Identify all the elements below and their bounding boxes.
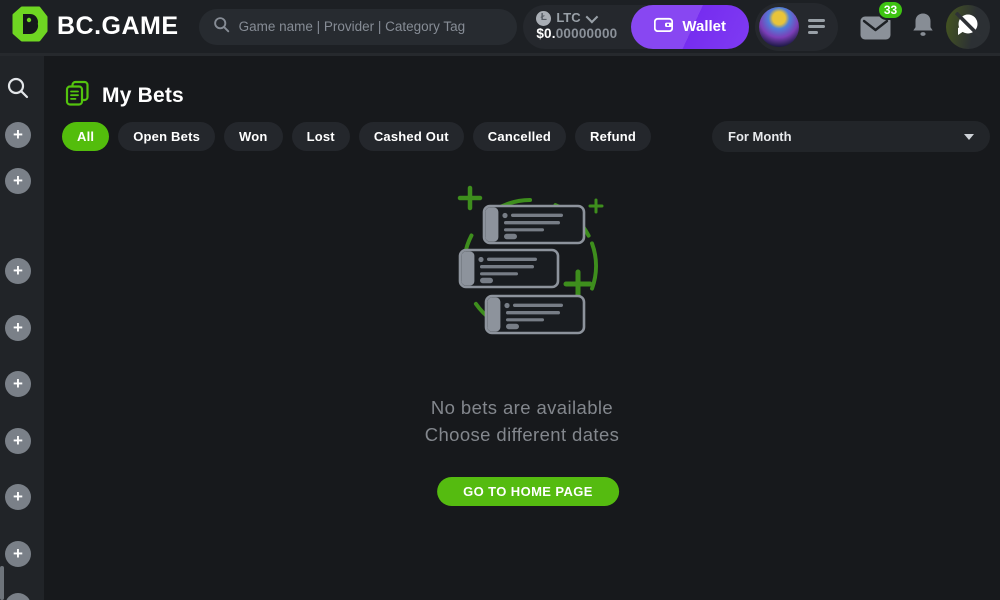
- litecoin-icon: Ł: [536, 11, 551, 26]
- search-input[interactable]: [239, 19, 503, 34]
- filter-lost[interactable]: Lost: [292, 122, 350, 151]
- wallet-icon: [654, 17, 673, 36]
- sidebar-add-button[interactable]: +: [5, 484, 31, 510]
- sidebar-add-button[interactable]: +: [5, 371, 31, 397]
- sidebar-add-button[interactable]: +: [5, 315, 31, 341]
- filter-cashed-out[interactable]: Cashed Out: [359, 122, 464, 151]
- sidebar-add-button[interactable]: +: [5, 593, 31, 600]
- game-search-bar[interactable]: [199, 9, 517, 45]
- currency-selector[interactable]: Ł LTC $0.00000000: [536, 10, 617, 43]
- empty-state-message: No bets are available: [44, 397, 1000, 419]
- currency-code: LTC: [556, 10, 580, 26]
- balance-wallet-group: Ł LTC $0.00000000 Wallet: [523, 5, 749, 49]
- sidebar-add-button[interactable]: +: [5, 428, 31, 454]
- sports-mode-button[interactable]: [946, 5, 990, 49]
- top-header: BC.GAME Ł LTC $0.00000000: [0, 0, 1000, 56]
- sports-flag-icon: [955, 12, 981, 41]
- filter-all[interactable]: All: [62, 122, 109, 151]
- filter-open-bets[interactable]: Open Bets: [118, 122, 215, 151]
- go-home-button[interactable]: GO TO HOME PAGE: [437, 477, 619, 506]
- sidebar-search-icon[interactable]: [6, 76, 29, 104]
- filter-refund[interactable]: Refund: [575, 122, 651, 151]
- wallet-label: Wallet: [682, 18, 726, 35]
- chevron-down-icon: [585, 10, 598, 23]
- dropdown-arrow-icon: [964, 134, 974, 140]
- bet-filter-tabs: All Open Bets Won Lost Cashed Out Cancel…: [62, 122, 651, 151]
- sidebar-add-button[interactable]: +: [5, 168, 31, 194]
- sidebar-scrollbar-thumb[interactable]: [0, 566, 4, 600]
- filter-cancelled[interactable]: Cancelled: [473, 122, 566, 151]
- profile-menu-icon[interactable]: [808, 19, 825, 34]
- empty-state-illustration: [450, 176, 610, 351]
- filter-won[interactable]: Won: [224, 122, 283, 151]
- period-dropdown[interactable]: For Month: [712, 121, 990, 152]
- wallet-button[interactable]: Wallet: [631, 5, 749, 49]
- brand-name: BC.GAME: [57, 12, 179, 41]
- bet-slips-icon: [64, 80, 91, 112]
- page-title: My Bets: [102, 84, 184, 108]
- message-count-badge: 33: [877, 0, 904, 20]
- period-dropdown-label: For Month: [728, 129, 964, 144]
- messages-button[interactable]: 33: [860, 16, 891, 45]
- app-screen: BC.GAME Ł LTC $0.00000000: [0, 0, 1000, 600]
- page-title-row: My Bets: [64, 80, 184, 112]
- profile-group: [755, 3, 838, 51]
- my-bets-page: My Bets All Open Bets Won Lost Cashed Ou…: [44, 56, 1000, 600]
- empty-state-hint: Choose different dates: [44, 424, 1000, 446]
- brand-logo[interactable]: BC.GAME: [12, 6, 179, 47]
- bell-icon: [912, 24, 934, 41]
- balance-amount: $0.00000000: [536, 26, 617, 43]
- left-sidebar: + + + + + + + + +: [0, 56, 44, 600]
- sidebar-add-button[interactable]: +: [5, 541, 31, 567]
- bcgame-logo-icon: [12, 6, 48, 47]
- mail-icon: [860, 27, 891, 44]
- notifications-button[interactable]: [912, 12, 934, 42]
- sidebar-add-button[interactable]: +: [5, 122, 31, 148]
- search-icon: [213, 16, 230, 38]
- sidebar-add-button[interactable]: +: [5, 258, 31, 284]
- header-right-cluster: Ł LTC $0.00000000 Wallet: [523, 3, 990, 51]
- avatar[interactable]: [759, 7, 799, 47]
